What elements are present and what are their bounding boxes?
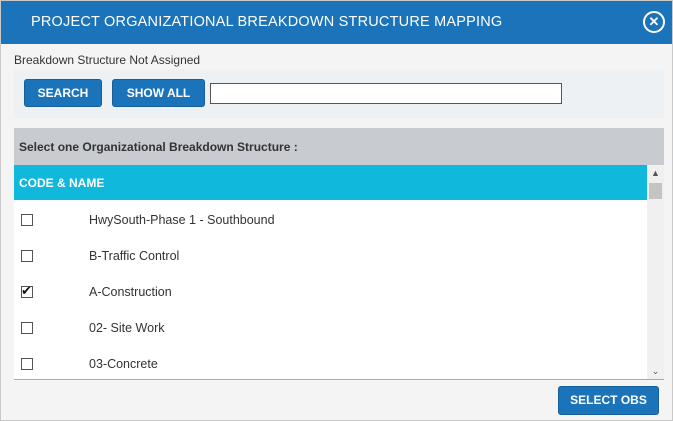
status-text: Breakdown Structure Not Assigned bbox=[14, 53, 201, 67]
list-item[interactable]: 02- Site Work bbox=[14, 310, 647, 346]
obs-mapping-dialog: PROJECT ORGANIZATIONAL BREAKDOWN STRUCTU… bbox=[0, 0, 673, 421]
obs-list: HwySouth-Phase 1 - Southbound B-Traffic … bbox=[14, 202, 647, 382]
select-obs-button[interactable]: SELECT OBS bbox=[558, 386, 659, 415]
vertical-scrollbar[interactable]: ▲ ⌄ bbox=[647, 165, 664, 379]
row-checkbox[interactable] bbox=[21, 322, 33, 334]
scroll-up-icon[interactable]: ▲ bbox=[647, 165, 664, 181]
list-item[interactable]: ✔ A-Construction bbox=[14, 274, 647, 310]
scroll-down-icon[interactable]: ⌄ bbox=[647, 363, 664, 379]
obs-panel: Select one Organizational Breakdown Stru… bbox=[14, 128, 664, 380]
show-all-button[interactable]: SHOW ALL bbox=[112, 79, 205, 107]
dialog-titlebar: PROJECT ORGANIZATIONAL BREAKDOWN STRUCTU… bbox=[1, 1, 672, 44]
scroll-thumb[interactable] bbox=[649, 183, 662, 199]
close-icon[interactable]: ✕ bbox=[643, 11, 665, 33]
panel-heading: Select one Organizational Breakdown Stru… bbox=[14, 128, 664, 165]
list-item[interactable]: HwySouth-Phase 1 - Southbound bbox=[14, 202, 647, 238]
search-button[interactable]: SEARCH bbox=[24, 79, 102, 107]
row-checkbox[interactable]: ✔ bbox=[21, 283, 33, 298]
row-checkbox[interactable] bbox=[21, 250, 33, 262]
row-label: HwySouth-Phase 1 - Southbound bbox=[89, 213, 275, 227]
row-label: A-Construction bbox=[89, 285, 172, 299]
row-checkbox[interactable] bbox=[21, 358, 33, 370]
row-checkbox[interactable] bbox=[21, 214, 33, 226]
search-bar: SEARCH SHOW ALL bbox=[14, 69, 664, 118]
column-header-code-name[interactable]: CODE & NAME bbox=[14, 165, 647, 200]
list-item[interactable]: 03-Concrete bbox=[14, 346, 647, 382]
column-header-label: CODE & NAME bbox=[19, 176, 105, 190]
panel-heading-text: Select one Organizational Breakdown Stru… bbox=[19, 140, 298, 154]
list-item[interactable]: B-Traffic Control bbox=[14, 238, 647, 274]
checkmark-icon: ✔ bbox=[21, 283, 32, 298]
search-input[interactable] bbox=[210, 83, 562, 104]
row-label: B-Traffic Control bbox=[89, 249, 180, 263]
row-label: 02- Site Work bbox=[89, 321, 165, 335]
dialog-title: PROJECT ORGANIZATIONAL BREAKDOWN STRUCTU… bbox=[31, 14, 503, 30]
row-label: 03-Concrete bbox=[89, 357, 158, 371]
